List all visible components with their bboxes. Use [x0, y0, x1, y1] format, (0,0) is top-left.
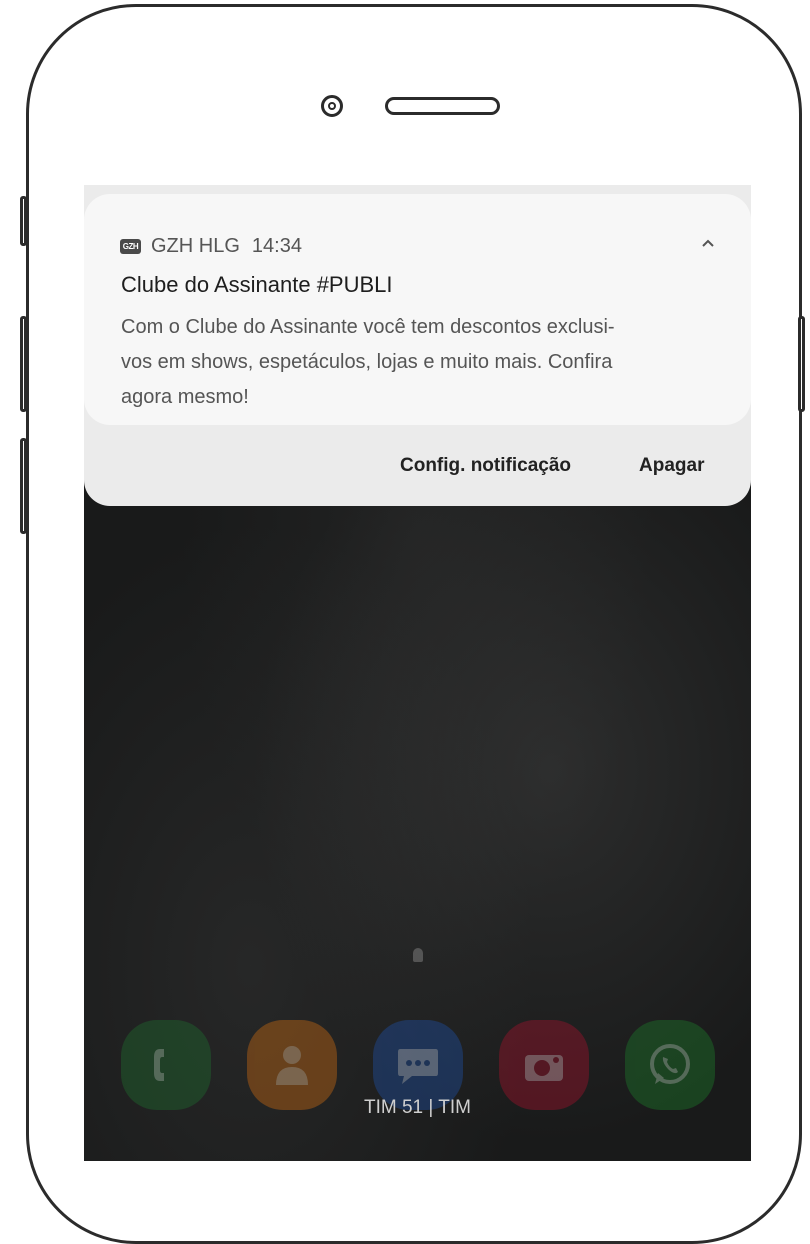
- collapse-chevron-up-icon[interactable]: [699, 234, 717, 252]
- notification-body: Com o Clube do Assinante você tem descon…: [121, 310, 721, 415]
- notification-title: Clube do Assinante #PUBLI: [121, 272, 393, 297]
- side-button-volume-up: [20, 316, 27, 412]
- side-button-power: [798, 316, 805, 412]
- notification-card[interactable]: GZH GZH HLG 14:34 Clube do Assinante #PU…: [84, 194, 751, 425]
- notification-header: GZH GZH HLG 14:34: [120, 234, 302, 258]
- camera-icon: [525, 1055, 563, 1081]
- front-camera-icon: [321, 95, 343, 117]
- app-name: GZH HLG: [151, 234, 240, 257]
- phone-screen: GZH GZH HLG 14:34 Clube do Assinante #PU…: [84, 185, 751, 1161]
- notification-panel: GZH GZH HLG 14:34 Clube do Assinante #PU…: [84, 185, 751, 506]
- gzh-app-icon: GZH: [120, 238, 141, 254]
- phone-icon: [154, 1049, 164, 1081]
- contacts-icon: [276, 1046, 308, 1085]
- clear-notification-button[interactable]: Apagar: [639, 455, 704, 477]
- messages-icon: [398, 1049, 438, 1084]
- whatsapp-icon: [650, 1044, 690, 1084]
- earpiece-speaker: [385, 97, 500, 115]
- side-button-left-top: [20, 196, 27, 246]
- notification-time: 14:34: [251, 234, 302, 257]
- home-page-indicator: [413, 948, 423, 962]
- side-button-volume-down: [20, 438, 27, 534]
- notification-body-line: vos em shows, espetáculos, lojas e muito…: [121, 351, 613, 373]
- carrier-label: TIM 51 | TIM: [364, 1097, 471, 1118]
- notification-body-line: agora mesmo!: [121, 386, 249, 408]
- notification-body-line: Com o Clube do Assinante você tem descon…: [121, 316, 615, 338]
- notification-settings-button[interactable]: Config. notificação: [400, 455, 571, 477]
